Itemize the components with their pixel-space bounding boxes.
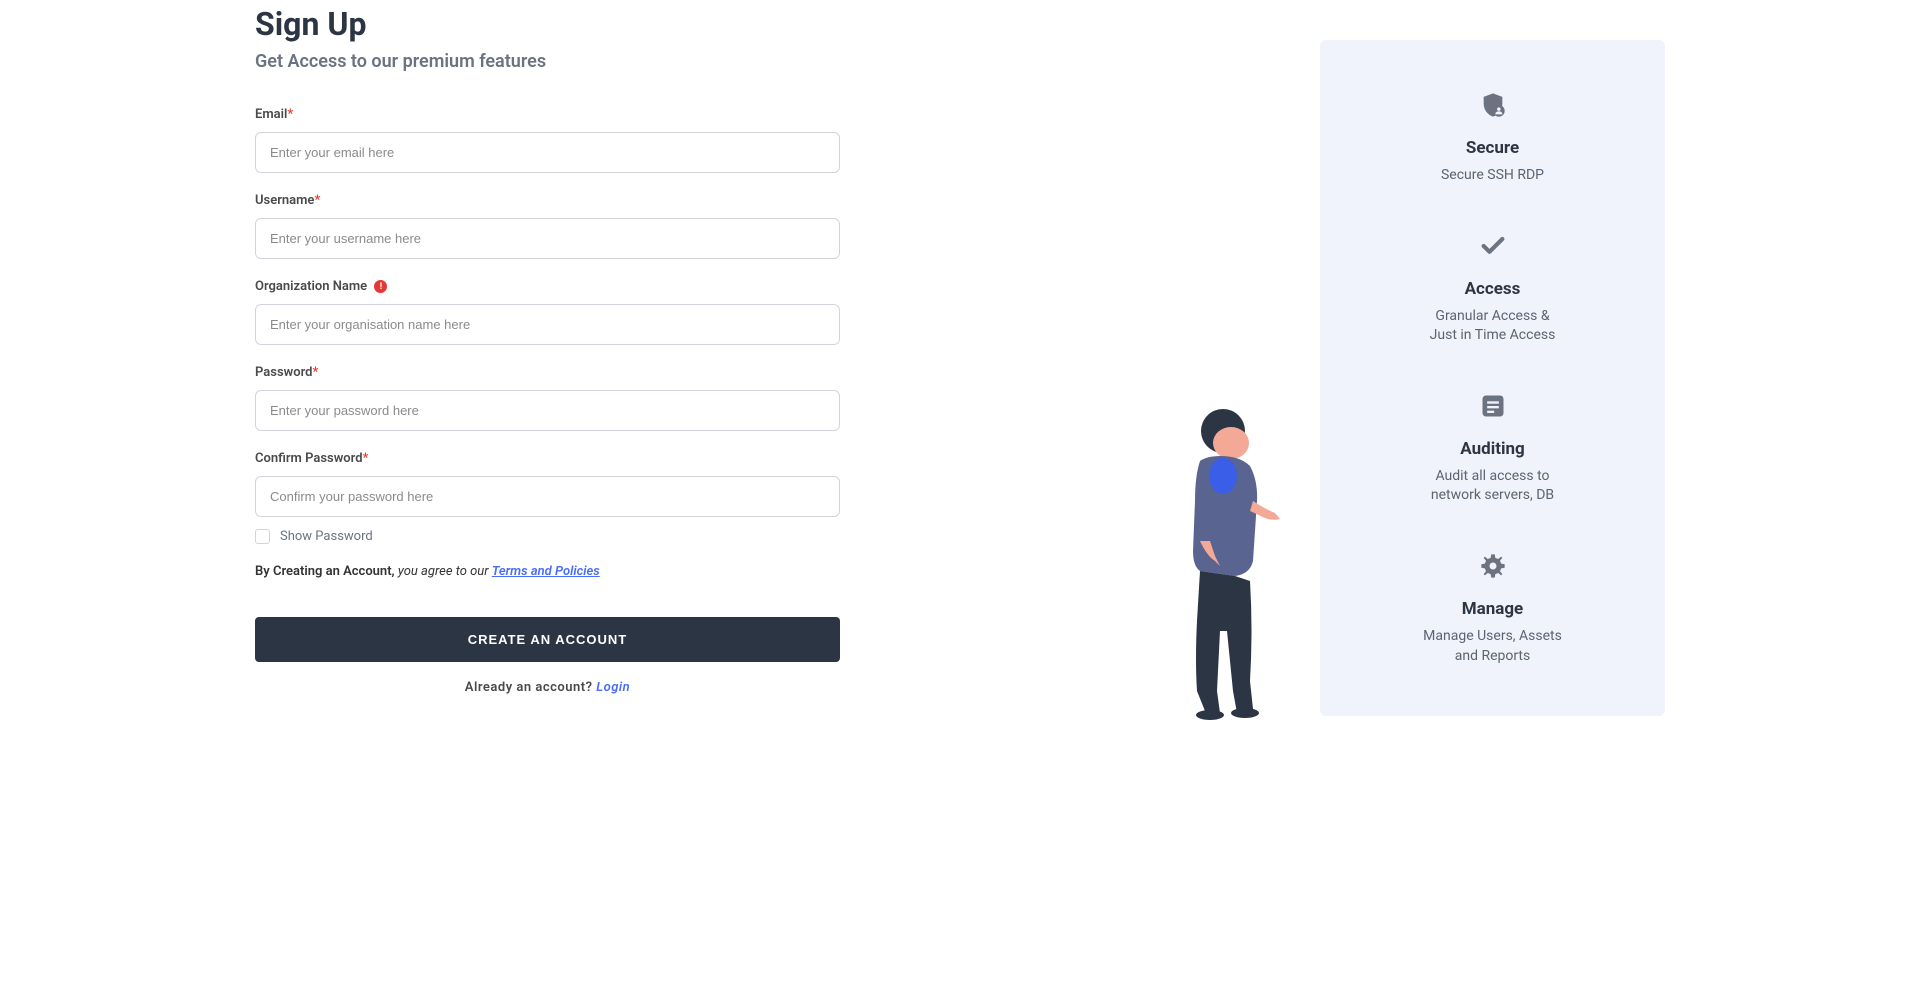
org-name-label: Organization Name ! [255, 279, 840, 294]
username-label-text: Username [255, 193, 314, 208]
required-asterisk: * [287, 107, 293, 122]
show-password-row: Show Password [255, 529, 840, 544]
page-subtitle: Get Access to our premium features [255, 51, 975, 72]
username-input[interactable] [255, 218, 840, 259]
show-password-checkbox[interactable] [255, 529, 270, 544]
org-name-label-text: Organization Name [255, 279, 367, 294]
page-title: Sign Up [255, 5, 975, 43]
username-group: Username* [255, 193, 840, 259]
feature-desc: Secure SSH RDP [1350, 166, 1635, 186]
confirm-password-group: Confirm Password* Show Password [255, 451, 840, 544]
show-password-label: Show Password [280, 529, 373, 544]
username-label: Username* [255, 193, 840, 208]
password-group: Password* [255, 365, 840, 431]
confirm-password-input[interactable] [255, 476, 840, 517]
feature-title: Auditing [1350, 439, 1635, 459]
terms-prefix: By Creating an Account, [255, 564, 398, 579]
feature-title: Access [1350, 279, 1635, 299]
required-asterisk: * [314, 193, 320, 208]
feature-auditing: Auditing Audit all access to network ser… [1350, 391, 1635, 506]
password-input[interactable] [255, 390, 840, 431]
feature-title: Manage [1350, 599, 1635, 619]
gear-icon [1478, 551, 1508, 581]
shield-user-icon [1478, 90, 1508, 120]
login-prompt: Already an account? Login [255, 680, 840, 695]
feature-title: Secure [1350, 138, 1635, 158]
feature-access: Access Granular Access & Just in Time Ac… [1350, 231, 1635, 346]
login-link[interactable]: Login [596, 680, 630, 695]
feature-desc: Granular Access & Just in Time Access [1350, 307, 1635, 346]
password-label: Password* [255, 365, 840, 380]
confirm-password-label-text: Confirm Password [255, 451, 363, 466]
terms-text: By Creating an Account, you agree to our… [255, 564, 975, 579]
features-panel: Secure Secure SSH RDP Access Granular Ac… [1320, 40, 1665, 716]
email-input[interactable] [255, 132, 840, 173]
feature-secure: Secure Secure SSH RDP [1350, 90, 1635, 186]
feature-manage: Manage Manage Users, Assets and Reports [1350, 551, 1635, 666]
info-icon[interactable]: ! [374, 280, 387, 293]
person-illustration [1165, 401, 1295, 721]
feature-desc: Audit all access to network servers, DB [1350, 467, 1635, 506]
login-prompt-text: Already an account? [465, 680, 596, 695]
signup-form-panel: Sign Up Get Access to our premium featur… [255, 0, 975, 716]
email-group: Email* [255, 107, 840, 173]
terms-italic: you agree to our [398, 564, 492, 579]
password-label-text: Password [255, 365, 312, 380]
create-account-button[interactable]: CREATE AN ACCOUNT [255, 617, 840, 662]
required-asterisk: * [363, 451, 369, 466]
terms-link[interactable]: Terms and Policies [492, 564, 600, 579]
required-asterisk: * [312, 365, 318, 380]
email-label-text: Email [255, 107, 287, 122]
document-icon [1478, 391, 1508, 421]
email-label: Email* [255, 107, 840, 122]
org-name-input[interactable] [255, 304, 840, 345]
feature-desc: Manage Users, Assets and Reports [1350, 627, 1635, 666]
org-name-group: Organization Name ! [255, 279, 840, 345]
checkmark-icon [1478, 231, 1508, 261]
confirm-password-label: Confirm Password* [255, 451, 840, 466]
